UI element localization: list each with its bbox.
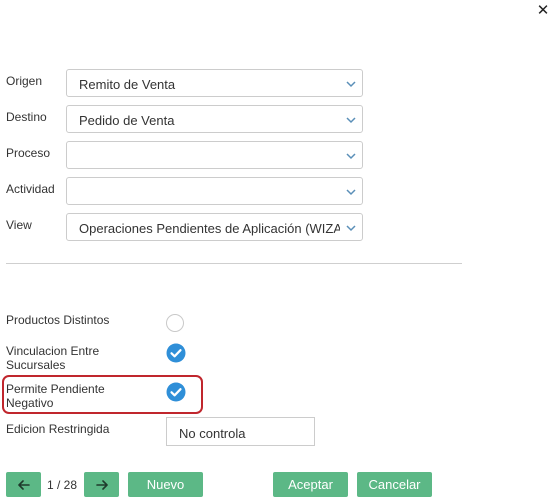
cancelar-button[interactable]: Cancelar [357,472,432,497]
origen-label: Origen [6,74,43,88]
destino-select[interactable]: Pedido de Venta [66,105,363,133]
edicion-restringida-field[interactable]: No controla [166,417,315,446]
chevron-down-icon [344,185,358,199]
nuevo-button[interactable]: Nuevo [128,472,203,497]
permite-pendiente-label-line2: Negativo [6,396,54,410]
edicion-restringida-value: No controla [179,426,246,441]
permite-pendiente-checkbox[interactable] [166,382,186,402]
actividad-label: Actividad [6,182,55,196]
aceptar-button[interactable]: Aceptar [273,472,348,497]
productos-distintos-label: Productos Distintos [6,313,110,327]
section-divider [6,263,462,264]
view-value: Operaciones Pendientes de Aplicación (WI… [79,221,340,236]
arrow-right-icon [95,479,108,490]
next-button[interactable] [84,472,119,497]
prev-button[interactable] [6,472,41,497]
close-button[interactable]: ✕ [536,1,550,19]
proceso-select[interactable] [66,141,363,169]
vinculacion-label-line1: Vinculacion Entre [6,344,100,358]
view-select[interactable]: Operaciones Pendientes de Aplicación (WI… [66,213,363,241]
productos-distintos-checkbox[interactable] [166,314,184,332]
origen-select[interactable]: Remito de Venta [66,69,363,97]
chevron-down-icon [344,113,358,127]
origen-value: Remito de Venta [79,77,176,92]
destino-value: Pedido de Venta [79,113,175,128]
destino-label: Destino [6,110,47,124]
chevron-down-icon [344,221,358,235]
chevron-down-icon [344,77,358,91]
permite-pendiente-label-line1: Permite Pendiente [6,382,105,396]
proceso-label: Proceso [6,146,51,160]
arrow-left-icon [17,479,30,490]
view-label: View [6,218,32,232]
close-icon: ✕ [536,1,550,19]
check-circle-icon [166,382,186,402]
vinculacion-label-line2: Sucursales [6,358,66,372]
vinculacion-label: Vinculacion Entre Sucursales [6,344,99,372]
chevron-down-icon [344,149,358,163]
vinculacion-checkbox[interactable] [166,343,186,363]
check-circle-icon [166,343,186,363]
pager-count: 1 / 28 [47,478,78,492]
actividad-select[interactable] [66,177,363,205]
edicion-restringida-label: Edicion Restringida [6,422,110,436]
permite-pendiente-label: Permite Pendiente Negativo [6,382,105,410]
